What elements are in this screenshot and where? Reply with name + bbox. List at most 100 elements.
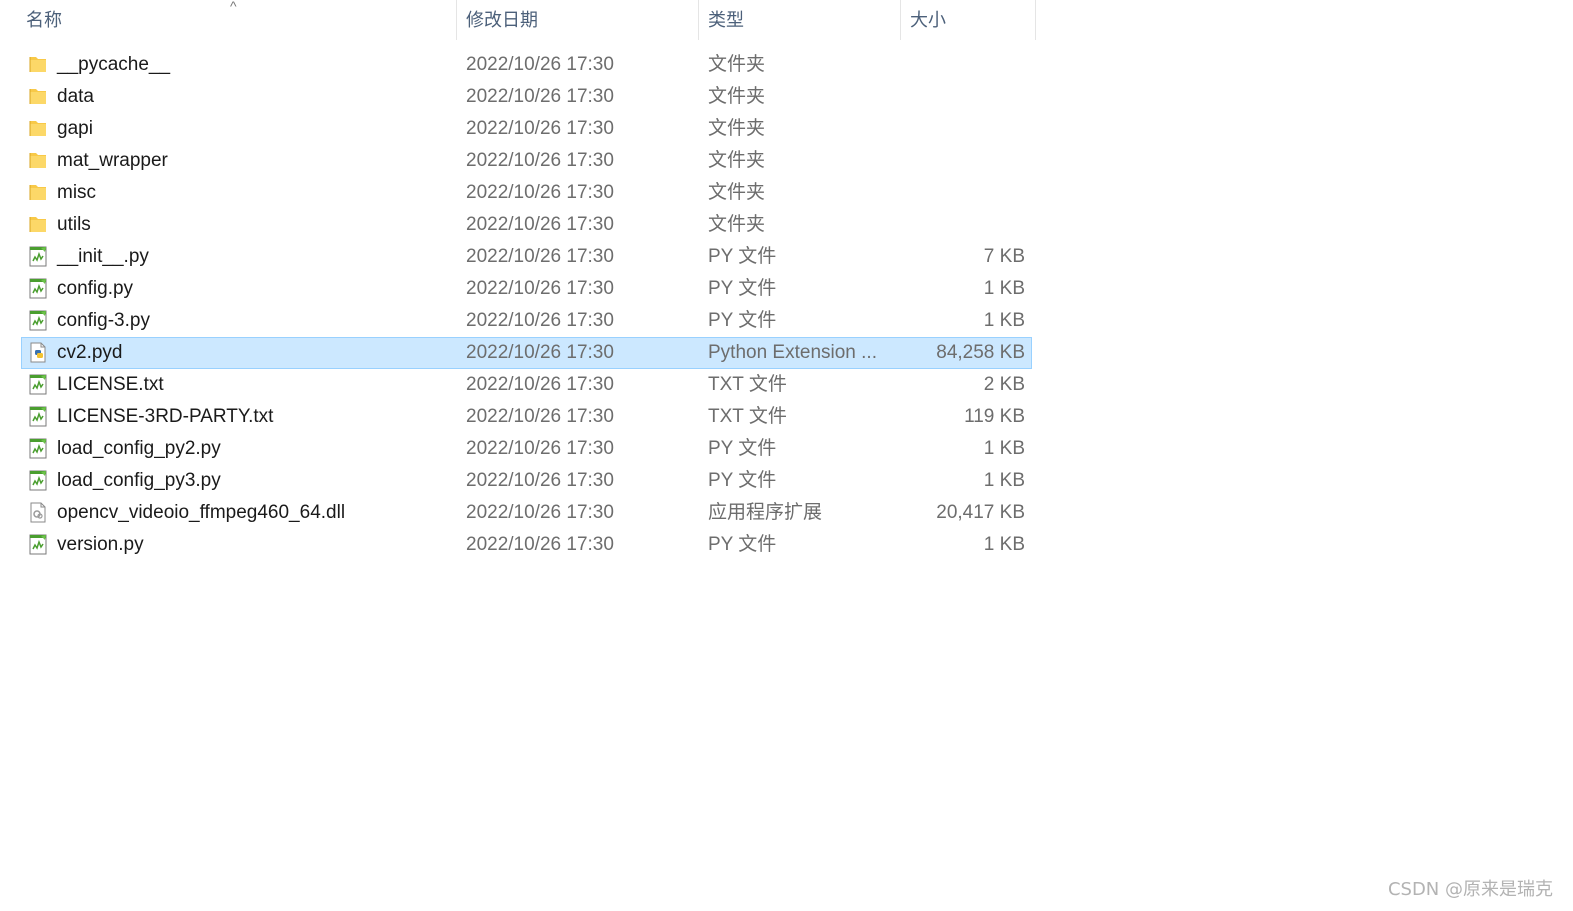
file-type: PY 文件 <box>708 310 777 331</box>
column-header-date[interactable]: 修改日期 <box>466 0 696 40</box>
file-type: 文件夹 <box>708 86 766 107</box>
file-row[interactable]: opencv_videoio_ffmpeg460_64.dll 2022/10/2… <box>0 497 1040 529</box>
file-size: 1 KB <box>983 310 1025 331</box>
folder-icon <box>27 181 49 203</box>
folder-icon <box>27 85 49 107</box>
file-name[interactable]: LICENSE.txt <box>57 369 164 401</box>
file-type: 文件夹 <box>708 54 766 75</box>
file-row[interactable]: mat_wrapper 2022/10/26 17:30 文件夹 <box>0 145 1040 177</box>
file-name[interactable]: mat_wrapper <box>57 145 168 177</box>
file-name[interactable]: misc <box>57 177 96 209</box>
file-type: 文件夹 <box>708 118 766 139</box>
file-type: TXT 文件 <box>708 406 787 427</box>
column-header: ^ 名称 修改日期 类型 大小 <box>0 0 1040 40</box>
file-type: 文件夹 <box>708 182 766 203</box>
file-date: 2022/10/26 17:30 <box>466 342 614 363</box>
file-date: 2022/10/26 17:30 <box>466 182 614 203</box>
script-file-icon <box>27 469 49 491</box>
file-row[interactable]: utils 2022/10/26 17:30 文件夹 <box>0 209 1040 241</box>
file-name[interactable]: utils <box>57 209 91 241</box>
file-date: 2022/10/26 17:30 <box>466 438 614 459</box>
file-type: Python Extension ... <box>708 342 877 363</box>
file-name[interactable]: gapi <box>57 113 93 145</box>
file-date: 2022/10/26 17:30 <box>466 150 614 171</box>
script-file-icon <box>27 277 49 299</box>
file-size: 119 KB <box>964 406 1025 427</box>
dll-file-icon <box>27 501 49 523</box>
file-name[interactable]: opencv_videoio_ffmpeg460_64.dll <box>57 497 345 529</box>
file-row[interactable]: cv2.pyd 2022/10/26 17:30 Python Extension … <box>0 337 1040 369</box>
file-row[interactable]: config-3.py 2022/10/26 17:30 PY 文件 1 KB <box>0 305 1040 337</box>
file-type: PY 文件 <box>708 534 777 555</box>
file-date: 2022/10/26 17:30 <box>466 118 614 139</box>
watermark: CSDN @原来是瑞克 <box>1387 879 1553 900</box>
file-date: 2022/10/26 17:30 <box>466 502 614 523</box>
file-row[interactable]: __pycache__ 2022/10/26 17:30 文件夹 <box>0 49 1040 81</box>
file-size: 1 KB <box>983 278 1025 299</box>
file-size: 2 KB <box>983 374 1025 395</box>
file-name[interactable]: LICENSE-3RD-PARTY.txt <box>57 401 273 433</box>
file-row[interactable]: config.py 2022/10/26 17:30 PY 文件 1 KB <box>0 273 1040 305</box>
file-type: 文件夹 <box>708 150 766 171</box>
file-date: 2022/10/26 17:30 <box>466 406 614 427</box>
file-name[interactable]: version.py <box>57 529 144 561</box>
script-file-icon <box>27 245 49 267</box>
column-header-size[interactable]: 大小 <box>910 0 1030 40</box>
file-date: 2022/10/26 17:30 <box>466 278 614 299</box>
file-row[interactable]: gapi 2022/10/26 17:30 文件夹 <box>0 113 1040 145</box>
file-name[interactable]: data <box>57 81 94 113</box>
file-size: 84,258 KB <box>936 342 1025 363</box>
folder-icon <box>27 53 49 75</box>
file-row[interactable]: LICENSE-3RD-PARTY.txt 2022/10/26 17:30 TXT… <box>0 401 1040 433</box>
file-type: TXT 文件 <box>708 374 787 395</box>
column-divider[interactable] <box>900 0 901 40</box>
folder-icon <box>27 149 49 171</box>
column-divider[interactable] <box>1035 0 1036 40</box>
file-name[interactable]: config.py <box>57 273 133 305</box>
file-type: PY 文件 <box>708 246 777 267</box>
file-type: 应用程序扩展 <box>708 502 823 523</box>
file-size: 20,417 KB <box>936 502 1025 523</box>
file-date: 2022/10/26 17:30 <box>466 54 614 75</box>
script-file-icon <box>27 309 49 331</box>
file-name[interactable]: config-3.py <box>57 305 150 337</box>
file-date: 2022/10/26 17:30 <box>466 310 614 331</box>
file-row[interactable]: data 2022/10/26 17:30 文件夹 <box>0 81 1040 113</box>
file-explorer: ^ 名称 修改日期 类型 大小 __pycache__ 2022/10/26 17… <box>0 0 1573 911</box>
file-date: 2022/10/26 17:30 <box>466 214 614 235</box>
folder-icon <box>27 213 49 235</box>
file-name[interactable]: cv2.pyd <box>57 337 122 369</box>
file-row[interactable]: __init__.py 2022/10/26 17:30 PY 文件 7 KB <box>0 241 1040 273</box>
folder-icon <box>27 117 49 139</box>
file-size: 1 KB <box>983 470 1025 491</box>
file-name[interactable]: load_config_py2.py <box>57 433 221 465</box>
file-size: 1 KB <box>983 534 1025 555</box>
column-header-type[interactable]: 类型 <box>708 0 898 40</box>
file-row[interactable]: version.py 2022/10/26 17:30 PY 文件 1 KB <box>0 529 1040 561</box>
column-divider[interactable] <box>456 0 457 40</box>
file-date: 2022/10/26 17:30 <box>466 534 614 555</box>
script-file-icon <box>27 437 49 459</box>
file-date: 2022/10/26 17:30 <box>466 86 614 107</box>
script-file-icon <box>27 533 49 555</box>
script-file-icon <box>27 405 49 427</box>
column-divider[interactable] <box>698 0 699 40</box>
file-date: 2022/10/26 17:30 <box>466 374 614 395</box>
script-file-icon <box>27 373 49 395</box>
file-date: 2022/10/26 17:30 <box>466 470 614 491</box>
file-size: 1 KB <box>983 438 1025 459</box>
file-type: 文件夹 <box>708 214 766 235</box>
file-row[interactable]: LICENSE.txt 2022/10/26 17:30 TXT 文件 2 KB <box>0 369 1040 401</box>
file-row[interactable]: load_config_py2.py 2022/10/26 17:30 PY 文件 1… <box>0 433 1040 465</box>
file-name[interactable]: __init__.py <box>57 241 149 273</box>
file-date: 2022/10/26 17:30 <box>466 246 614 267</box>
file-row[interactable]: load_config_py3.py 2022/10/26 17:30 PY 文件 1… <box>0 465 1040 497</box>
python-extension-icon <box>27 341 49 363</box>
file-name[interactable]: __pycache__ <box>57 49 170 81</box>
file-type: PY 文件 <box>708 278 777 299</box>
column-header-name[interactable]: 名称 <box>26 0 456 40</box>
file-type: PY 文件 <box>708 470 777 491</box>
file-size: 7 KB <box>983 246 1025 267</box>
file-name[interactable]: load_config_py3.py <box>57 465 221 497</box>
file-row[interactable]: misc 2022/10/26 17:30 文件夹 <box>0 177 1040 209</box>
